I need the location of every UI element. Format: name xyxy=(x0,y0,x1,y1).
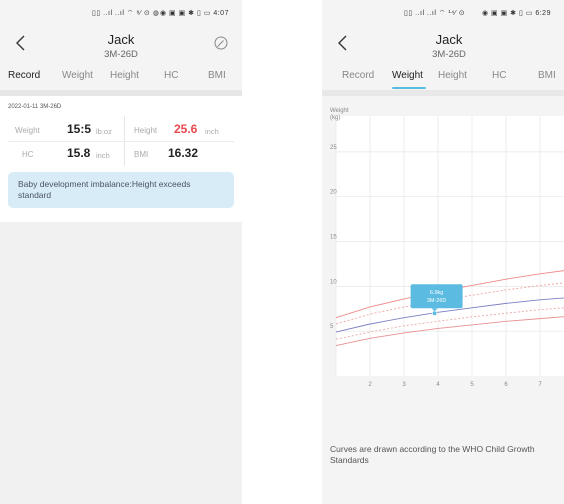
active-tab-indicator xyxy=(392,87,426,89)
weight-label: Weight xyxy=(15,126,40,135)
tab-bmi[interactable]: BMI xyxy=(538,70,556,81)
empty-area xyxy=(0,222,242,504)
record-screen: ▯▯ ..ıl ..ıl ⌔ ⁸⁄ ⊙ ◍ ◉ ▣ ▣ ✱ ▯ ▭ 4:07 J… xyxy=(0,0,242,504)
hc-label: HC xyxy=(22,150,34,159)
record-date: 2022-01-11 3M-26D xyxy=(8,104,62,110)
height-label: Height xyxy=(134,126,158,135)
height-unit: inch xyxy=(205,127,219,136)
status-left: ▯▯ ..ıl ..ıl ⌔ ¹⁴⁄ ⊙ xyxy=(404,10,466,17)
weight-value: 15:5 xyxy=(67,122,92,136)
development-alert: Baby development imbalance:Height exceed… xyxy=(8,172,234,208)
y-tick-label: 20 xyxy=(330,190,337,196)
hc-unit: inch xyxy=(96,151,110,160)
tab-record[interactable]: Record xyxy=(8,70,40,81)
title-bar: Jack 3M-26D xyxy=(0,28,242,64)
y-tick-label: 5 xyxy=(330,324,334,330)
status-right: ◉ ▣ ▣ ✱ ▯ ▭ 4:07 xyxy=(160,10,229,17)
tab-hc[interactable]: HC xyxy=(492,70,506,81)
child-name: Jack xyxy=(435,32,463,47)
y-axis-label: Weight xyxy=(330,108,349,114)
x-tick-label: 3 xyxy=(402,382,406,388)
hc-value: 15.8 xyxy=(67,146,91,160)
bmi-label: BMI xyxy=(134,150,149,159)
weight-unit: lb:oz xyxy=(96,127,112,136)
tab-hc[interactable]: HC xyxy=(164,70,178,81)
weight-chart[interactable]: Weight (kg) 5 10 15 20 25 2 3 4 5 6 7 6.9kg 3M-26D xyxy=(322,96,564,426)
tab-weight[interactable]: Weight xyxy=(392,70,423,81)
tab-weight[interactable]: Weight xyxy=(62,70,93,81)
y-tick-label: 15 xyxy=(330,235,337,241)
edit-icon[interactable] xyxy=(214,36,228,50)
bmi-value: 16.32 xyxy=(168,146,199,160)
weight-chart-svg: Weight(kg) 5 10 15 20 25 2 3 4 5 6 7 6.9kg 3M-26D xyxy=(330,108,564,388)
tooltip-age: 3M-26D xyxy=(427,298,447,304)
status-bar: ▯▯ ..ıl ..ıl ⌔ ⁸⁄ ⊙ ◍ ◉ ▣ ▣ ✱ ▯ ▭ 4:07 xyxy=(0,0,242,28)
tooltip-value: 6.9kg xyxy=(430,290,443,296)
tab-height[interactable]: Height xyxy=(438,70,467,81)
tab-bar: Record Weight Height HC BMI xyxy=(322,66,564,90)
status-bar: ▯▯ ..ıl ..ıl ⌔ ¹⁴⁄ ⊙ ◉ ▣ ▣ ✱ ▯ ▭ 6:29 xyxy=(322,0,564,28)
x-tick-label: 2 xyxy=(368,382,372,388)
y-tick-label: 25 xyxy=(330,145,337,151)
chart-note: Curves are drawn according to the WHO Ch… xyxy=(330,444,535,465)
x-tick-label: 7 xyxy=(538,382,542,388)
y-tick-label: 10 xyxy=(330,279,337,285)
child-age: 3M-26D xyxy=(104,49,138,60)
row-divider xyxy=(8,141,234,142)
tab-bmi[interactable]: BMI xyxy=(208,70,226,81)
x-tick-label: 6 xyxy=(504,382,508,388)
x-tick-label: 4 xyxy=(436,382,440,388)
tab-record[interactable]: Record xyxy=(342,70,374,81)
y-axis-label: (kg) xyxy=(330,115,340,121)
child-age: 3M-26D xyxy=(432,49,466,60)
height-value: 25.6 xyxy=(174,122,198,136)
record-card[interactable]: 2022-01-11 3M-26D Weight 15:5 lb:oz Heig… xyxy=(0,96,242,222)
child-name: Jack xyxy=(107,32,135,47)
title-bar: Jack 3M-26D xyxy=(322,28,564,64)
tab-bar: Record Weight Height HC BMI xyxy=(0,66,242,90)
weight-data-point xyxy=(431,310,438,317)
tab-height[interactable]: Height xyxy=(110,70,139,81)
status-left: ▯▯ ..ıl ..ıl ⌔ ⁸⁄ ⊙ ◍ xyxy=(92,10,160,17)
weight-screen: ▯▯ ..ıl ..ıl ⌔ ¹⁴⁄ ⊙ ◉ ▣ ▣ ✱ ▯ ▭ 6:29 Ja… xyxy=(322,0,564,504)
status-right: ◉ ▣ ▣ ✱ ▯ ▭ 6:29 xyxy=(482,10,551,17)
x-tick-label: 5 xyxy=(470,382,474,388)
